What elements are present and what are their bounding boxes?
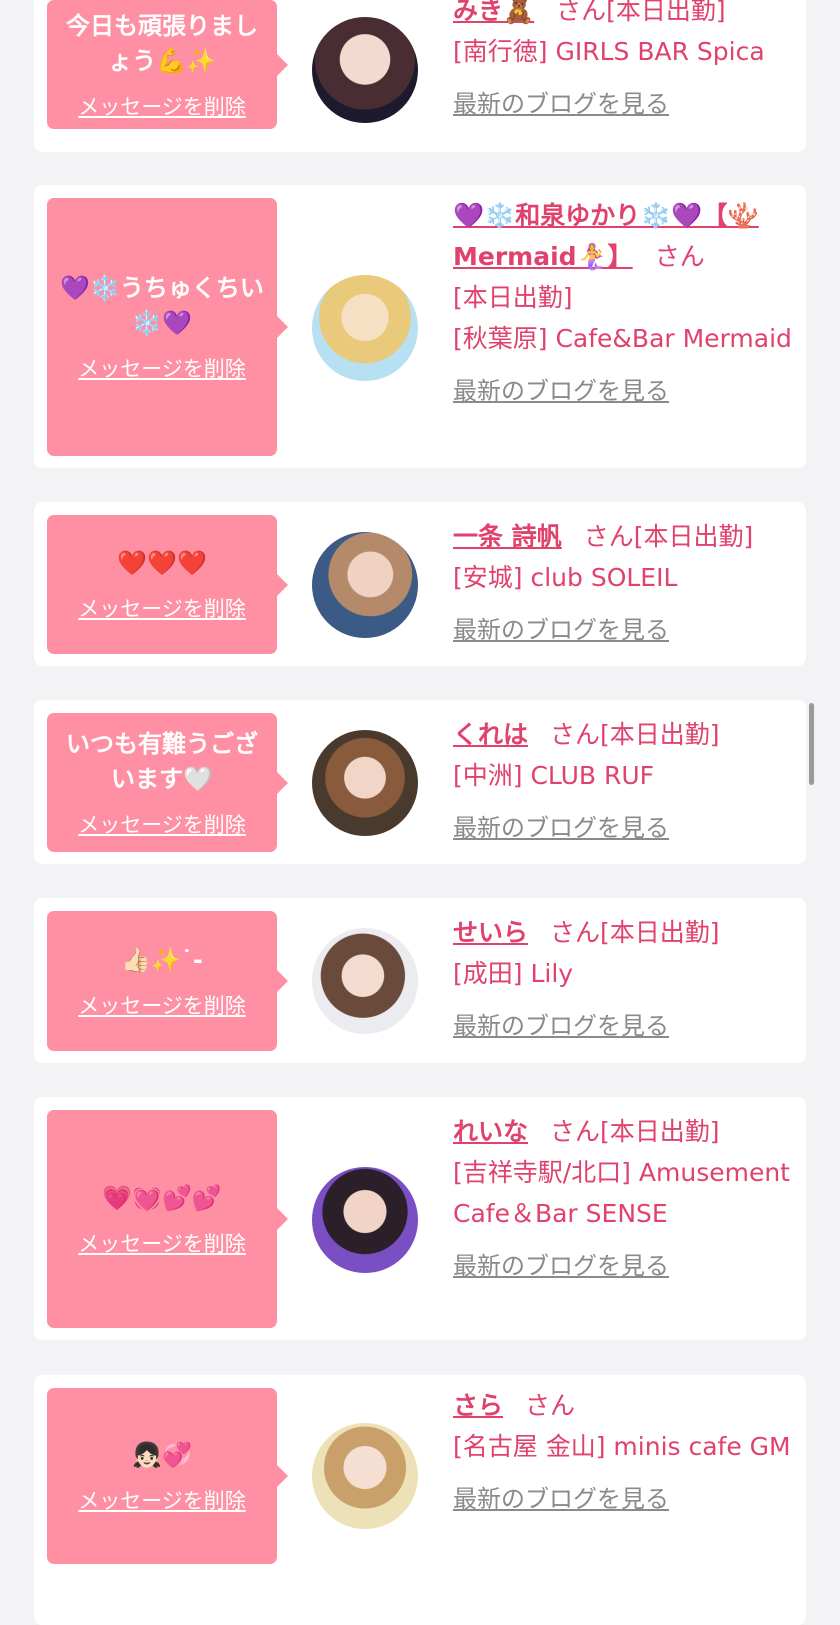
list-item: 今日も頑張りましょう💪✨ メッセージを削除 みき🧸 さん[本日出勤] [南行徳] …: [34, 0, 806, 152]
message-text: 今日も頑張りましょう💪✨: [66, 11, 258, 75]
message-text: 👍🏻✨˙-: [121, 945, 203, 974]
view-blog-link[interactable]: 最新のブログを見る: [453, 808, 793, 849]
delete-message-button[interactable]: メッセージを削除: [78, 1228, 246, 1258]
avatar[interactable]: [312, 928, 418, 1034]
list-item: 💜❄️うちゅくちい❄️💜 メッセージを削除 💜❄️和泉ゆかり❄️💜【🪸Merma…: [34, 185, 806, 468]
view-blog-link[interactable]: 最新のブログを見る: [453, 610, 793, 651]
shop-name: GIRLS BAR Spica: [555, 37, 765, 66]
view-blog-link[interactable]: 最新のブログを見る: [453, 1246, 793, 1287]
work-status: [本日出勤]: [600, 720, 720, 749]
work-status: [本日出勤]: [600, 1117, 720, 1146]
delete-message-button[interactable]: メッセージを削除: [78, 91, 246, 121]
list-item: いつも有難うございます🤍 メッセージを削除 くれは さん[本日出勤] [中洲] C…: [34, 700, 806, 864]
message-bubble: 💜❄️うちゅくちい❄️💜 メッセージを削除: [47, 198, 288, 456]
avatar[interactable]: [312, 17, 418, 123]
message-bubble: 👧🏻💞 メッセージを削除: [47, 1388, 288, 1564]
message-text: ❤️❤️❤️: [117, 549, 207, 577]
honorific: さん: [556, 0, 607, 25]
message-bubble: 👍🏻✨˙- メッセージを削除: [47, 911, 288, 1051]
message-text: 👧🏻💞: [132, 1440, 192, 1469]
message-bubble: 💗💓💕💕 メッセージを削除: [47, 1110, 288, 1328]
view-blog-link[interactable]: 最新のブログを見る: [453, 1479, 793, 1520]
message-bubble: ❤️❤️❤️ メッセージを削除: [47, 515, 288, 654]
delete-message-button[interactable]: メッセージを削除: [78, 1485, 246, 1515]
view-blog-link[interactable]: 最新のブログを見る: [453, 84, 793, 125]
message-text: いつも有難うございます🤍: [66, 729, 258, 793]
girl-name-link[interactable]: さら: [453, 1391, 503, 1420]
delete-message-button[interactable]: メッセージを削除: [78, 353, 246, 383]
area: [安城]: [453, 563, 523, 592]
area: [中洲]: [453, 761, 523, 790]
girl-name-link[interactable]: くれは: [453, 720, 528, 749]
message-bubble: 今日も頑張りましょう💪✨ メッセージを削除: [47, 0, 288, 129]
view-blog-link[interactable]: 最新のブログを見る: [453, 371, 793, 412]
girl-name-link[interactable]: れいな: [453, 1117, 528, 1146]
list-item: 👧🏻💞 メッセージを削除 さら さん [名古屋 金山] minis cafe GM…: [34, 1375, 806, 1625]
area: [吉祥寺駅/北口]: [453, 1158, 631, 1187]
shop-name: Cafe&Bar Mermaid: [555, 324, 792, 353]
area: [成田]: [453, 959, 523, 988]
avatar[interactable]: [312, 1423, 418, 1529]
list-item: 👍🏻✨˙- メッセージを削除 せいら さん[本日出勤] [成田] Lily 最新の…: [34, 898, 806, 1063]
message-text: 💜❄️うちゅくちい❄️💜: [60, 274, 264, 337]
list-item: ❤️❤️❤️ メッセージを削除 一条 詩帆 さん[本日出勤] [安城] club …: [34, 502, 806, 666]
message-text: 💗💓💕💕: [102, 1183, 222, 1212]
delete-message-button[interactable]: メッセージを削除: [78, 593, 246, 623]
avatar[interactable]: [312, 532, 418, 638]
honorific: さん: [550, 720, 601, 749]
avatar[interactable]: [312, 1167, 418, 1273]
girl-name-link[interactable]: みき🧸: [453, 0, 534, 25]
honorific: さん: [654, 242, 705, 271]
work-status: [本日出勤]: [453, 283, 573, 312]
area: [名古屋 金山]: [453, 1432, 606, 1461]
view-blog-link[interactable]: 最新のブログを見る: [453, 1006, 793, 1047]
honorific: さん: [550, 918, 601, 947]
scrollbar[interactable]: [809, 703, 814, 785]
work-status: [本日出勤]: [600, 918, 720, 947]
shop-name: minis cafe GM: [613, 1432, 791, 1461]
honorific: さん: [550, 1117, 601, 1146]
honorific: さん: [583, 522, 634, 551]
delete-message-button[interactable]: メッセージを削除: [78, 809, 246, 839]
girl-name-link[interactable]: 一条 詩帆: [453, 522, 562, 551]
area: [南行徳]: [453, 37, 548, 66]
girl-name-link[interactable]: 💜❄️和泉ゆかり❄️💜【🪸Mermaid🧜‍♀️】: [453, 201, 759, 271]
shop-name: Lily: [530, 959, 574, 988]
message-bubble: いつも有難うございます🤍 メッセージを削除: [47, 713, 288, 852]
work-status: [本日出勤]: [606, 0, 726, 25]
girl-name-link[interactable]: せいら: [453, 918, 528, 947]
honorific: さん: [525, 1391, 576, 1420]
avatar[interactable]: [312, 730, 418, 836]
area: [秋葉原]: [453, 324, 548, 353]
work-status: [本日出勤]: [633, 522, 754, 551]
avatar[interactable]: [312, 275, 418, 381]
shop-name: CLUB RUF: [530, 761, 655, 790]
list-item: 💗💓💕💕 メッセージを削除 れいな さん[本日出勤] [吉祥寺駅/北口] Amus…: [34, 1097, 806, 1340]
delete-message-button[interactable]: メッセージを削除: [78, 990, 246, 1020]
shop-name: club SOLEIL: [530, 563, 678, 592]
